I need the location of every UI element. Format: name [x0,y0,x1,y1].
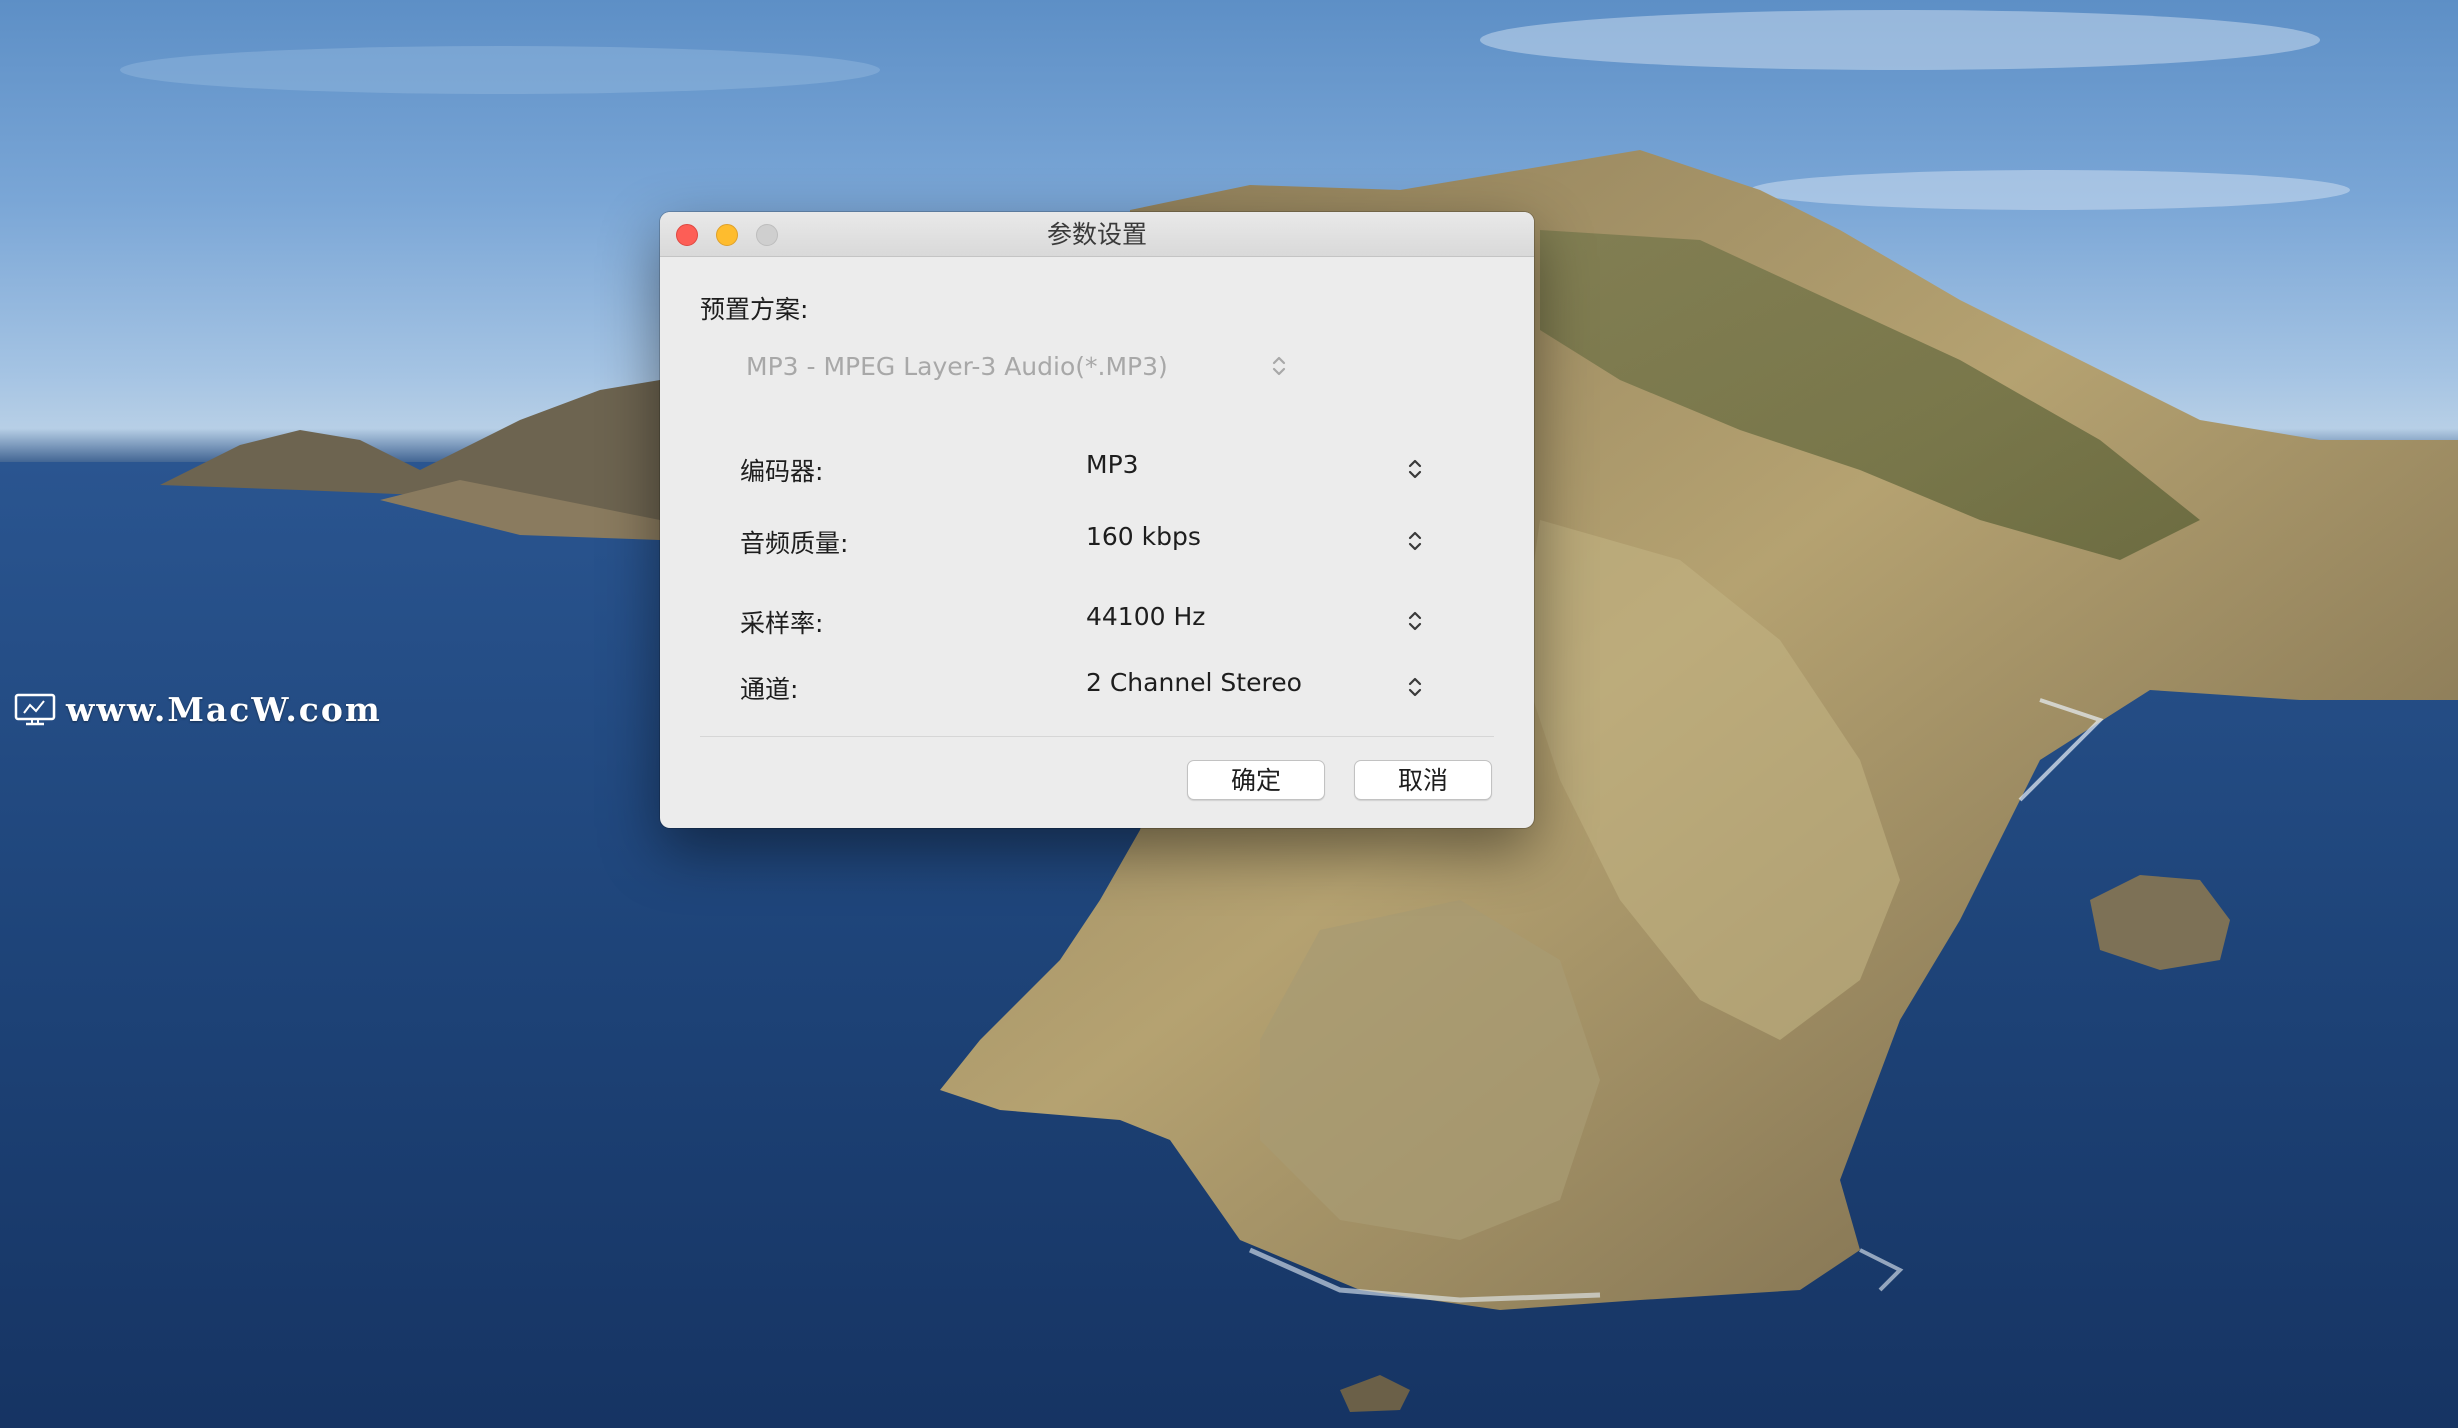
watermark-text: www.MacW.com [66,690,382,729]
title-bar[interactable]: 参数设置 [660,212,1534,257]
preset-select[interactable]: MP3 - MPEG Layer-3 Audio(*.MP3) [746,346,1296,386]
cancel-button[interactable]: 取消 [1354,760,1492,800]
encoder-label: 编码器: [740,457,824,486]
preset-label: 预置方案: [700,295,809,324]
divider [700,736,1494,737]
settings-dialog: 参数设置 预置方案: MP3 - MPEG Layer-3 Audio(*.MP… [660,212,1534,828]
channel-stepper-icon[interactable] [1406,674,1424,700]
window-title: 参数设置 [1046,220,1147,249]
audio-quality-stepper-icon[interactable] [1406,528,1424,554]
monitor-icon [14,693,56,725]
encoder-value: MP3 [1086,450,1139,479]
channel-label: 通道: [740,675,799,704]
confirm-button[interactable]: 确定 [1187,760,1325,800]
audio-quality-value: 160 kbps [1086,522,1201,551]
minimize-icon[interactable] [716,224,738,246]
sample-rate-label: 采样率: [740,609,824,638]
sample-rate-stepper-icon[interactable] [1406,608,1424,634]
audio-quality-label: 音频质量: [740,529,849,558]
encoder-row[interactable]: 编码器: MP3 [660,446,1534,490]
zoom-icon[interactable] [756,224,778,246]
audio-quality-row[interactable]: 音频质量: 160 kbps [660,518,1534,562]
sample-rate-value: 44100 Hz [1086,602,1206,631]
stepper-icon [1272,356,1286,376]
channel-row[interactable]: 通道: 2 Channel Stereo [660,664,1534,708]
sample-rate-row[interactable]: 采样率: 44100 Hz [660,598,1534,642]
close-icon[interactable] [676,224,698,246]
channel-value: 2 Channel Stereo [1086,668,1302,697]
watermark: www.MacW.com [14,690,382,729]
preset-value: MP3 - MPEG Layer-3 Audio(*.MP3) [746,351,1168,381]
encoder-stepper-icon[interactable] [1406,456,1424,482]
